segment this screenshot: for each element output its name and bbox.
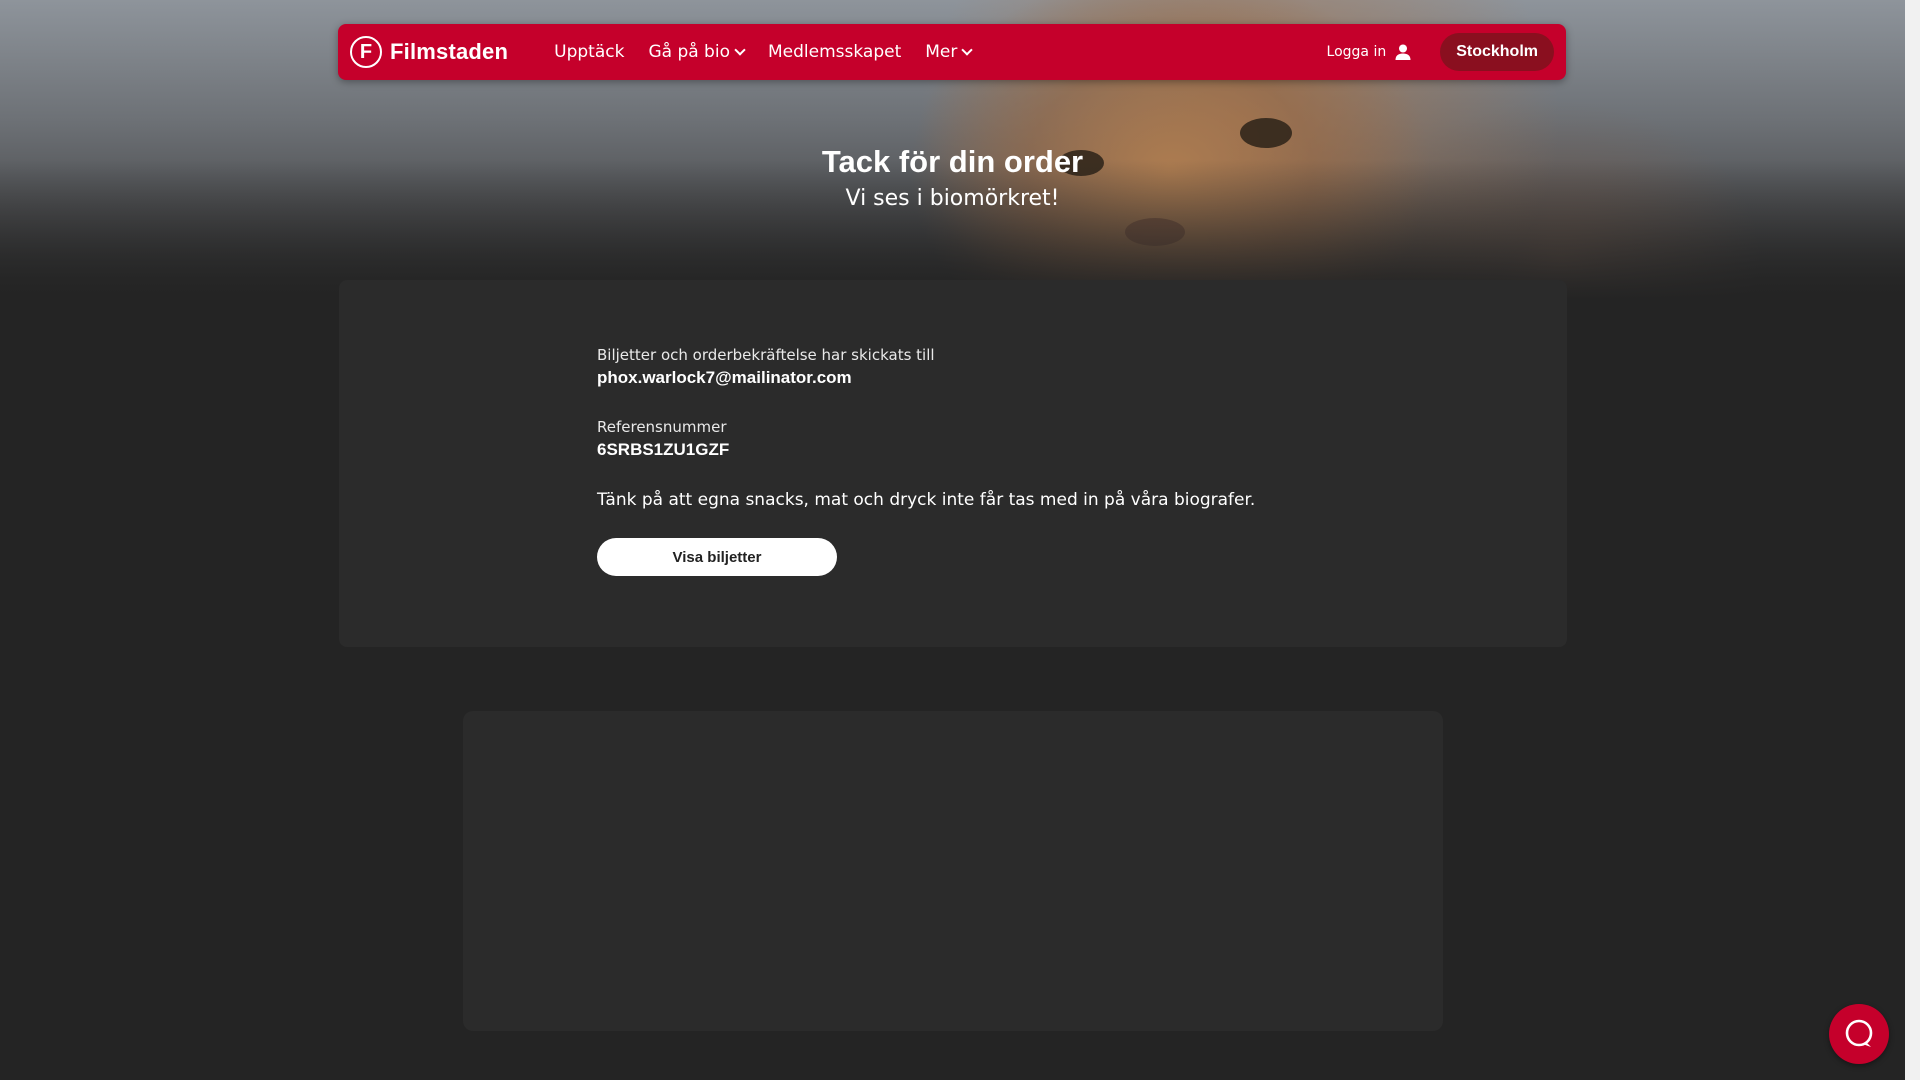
nav-link-medlemsskapet[interactable]: Medlemsskapet (768, 42, 901, 62)
title-block: Tack för din order Vi ses i biomörkret! (0, 142, 1905, 214)
nav-links: Upptäck Gå på bio Medlemsskapet Mer (554, 42, 995, 62)
order-confirmation-content: Biljetter och orderbekräftelse har skick… (597, 344, 1255, 576)
view-tickets-button[interactable]: Visa biljetter (597, 538, 837, 576)
nav-link-upptack[interactable]: Upptäck (554, 42, 624, 62)
nav-link-label: Gå på bio (648, 42, 730, 62)
login-label: Logga in (1326, 44, 1387, 60)
content-panel (463, 711, 1443, 1031)
city-select-button[interactable]: Stockholm (1440, 33, 1554, 71)
reference-label: Referensnummer (597, 418, 727, 436)
chat-icon (1845, 1019, 1873, 1047)
nav-right: Logga in Stockholm (1327, 33, 1566, 71)
chevron-down-icon (961, 44, 974, 56)
email-value: phox.warlock7@mailinator.com (597, 368, 852, 387)
brand-logo-link[interactable]: F Filmstaden (350, 36, 508, 68)
navbar: F Filmstaden Upptäck Gå på bio Medlemssk… (338, 24, 1566, 80)
nav-link-label: Medlemsskapet (767, 42, 902, 62)
page-subtitle: Vi ses i biomörkret! (845, 186, 1060, 211)
chat-button[interactable] (1829, 1004, 1889, 1064)
page-title: Tack för din order (821, 144, 1084, 179)
email-group: Biljetter och orderbekräftelse har skick… (597, 344, 1255, 390)
nav-link-label: Upptäck (554, 42, 625, 62)
nav-link-label: Mer (925, 42, 958, 62)
filmstaden-logo-icon: F (350, 36, 382, 68)
brand-name: Filmstaden (390, 39, 509, 64)
sent-to-label: Biljetter och orderbekräftelse har skick… (597, 346, 935, 364)
order-confirmation-card: Biljetter och orderbekräftelse har skick… (339, 280, 1567, 647)
reference-value: 6SRBS1ZU1GZF (597, 440, 730, 459)
page-scrollbar[interactable] (1905, 0, 1920, 1080)
nav-link-ga-pa-bio[interactable]: Gå på bio (648, 42, 746, 62)
hero-image-detail (1125, 218, 1185, 246)
chevron-down-icon (734, 44, 746, 56)
reference-group: Referensnummer 6SRBS1ZU1GZF (597, 416, 1255, 462)
user-icon (1395, 44, 1411, 60)
login-button[interactable]: Logga in (1327, 43, 1413, 61)
snacks-notice: Tänk på att egna snacks, mat och dryck i… (597, 490, 1256, 510)
nav-link-mer[interactable]: Mer (925, 42, 974, 62)
